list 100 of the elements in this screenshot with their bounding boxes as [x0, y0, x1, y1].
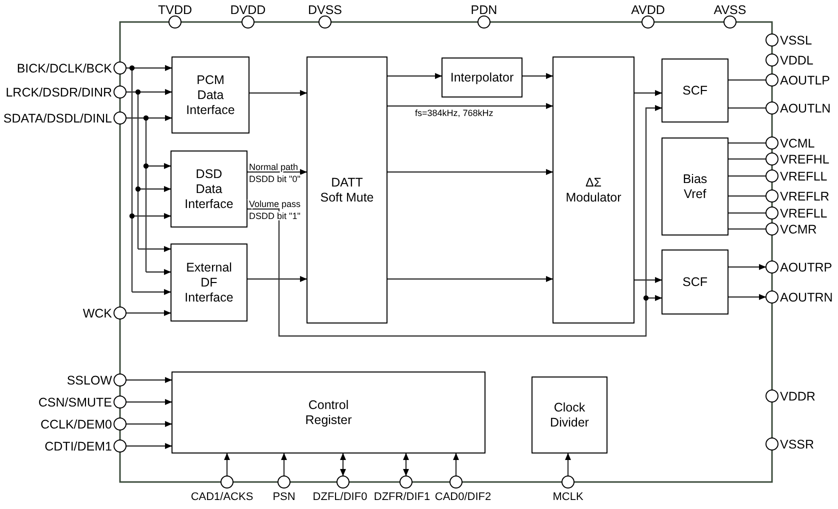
pin-label: DVSS — [308, 3, 342, 17]
junction-dot — [135, 186, 141, 192]
pin-terminal — [114, 440, 126, 452]
pin-label: WCK — [82, 306, 112, 320]
pin-label: VCMR — [780, 222, 817, 236]
pin-label: VSSL — [780, 34, 812, 48]
block-box — [662, 250, 728, 314]
pin-terminal — [278, 476, 290, 488]
pin-label: AOUTLP — [780, 74, 830, 88]
path-note: Volume pass — [249, 199, 301, 209]
pin-label: VREFLR — [780, 190, 830, 204]
pin-terminal — [114, 374, 126, 386]
pin-label: VDDR — [780, 390, 816, 404]
pin-terminal — [724, 16, 736, 28]
junction-dot — [143, 115, 149, 121]
pin-terminal — [766, 206, 778, 220]
pin-label: SDATA/DSDL/DINL — [3, 112, 112, 126]
pin-label: DVDD — [230, 3, 266, 17]
block-label: SCF — [682, 84, 708, 98]
junction-dot — [135, 89, 141, 95]
pin-label: AVDD — [631, 3, 665, 17]
pin-terminal — [766, 152, 778, 166]
block-label: Control Register — [305, 398, 352, 427]
path-note: Normal path — [249, 162, 298, 172]
pin-label: TVDD — [158, 3, 192, 17]
signal-arrow — [126, 310, 171, 316]
pin-label: CAD1/ACKS — [190, 491, 254, 503]
signal-arrow — [728, 264, 766, 270]
pin-label: CAD0/DIF2 — [434, 491, 492, 503]
pin-terminal — [114, 86, 126, 98]
block-label: Interpolator — [450, 70, 514, 84]
signal-arrow — [281, 453, 287, 476]
block-label: PCM Data Interface — [186, 73, 235, 117]
pin-terminal — [114, 418, 126, 430]
pin-label: DZFL/DIF0 — [312, 491, 368, 503]
signal-arrow — [387, 73, 442, 79]
pin-terminal — [642, 16, 654, 28]
block-label: Bias Vref — [682, 172, 708, 201]
pin-label: CSN/SMUTE — [38, 396, 112, 410]
pin-terminal — [766, 438, 778, 450]
block-label: SCF — [682, 275, 708, 289]
pin-terminal — [242, 16, 254, 28]
signal-arrow — [522, 73, 553, 79]
pin-label: VCML — [780, 136, 815, 150]
block-label: External DF Interface — [184, 260, 234, 304]
junction-dot — [129, 213, 135, 219]
signal-arrow — [126, 443, 172, 449]
block-label: Clock Divider — [550, 400, 589, 430]
junction-dot — [129, 65, 135, 71]
pin-terminal — [766, 190, 778, 202]
pin-terminal — [562, 476, 574, 488]
pin-label: AOUTRP — [780, 260, 832, 274]
signal-arrow — [126, 377, 172, 383]
pin-label: PSN — [272, 491, 296, 503]
pin-label: VREFLL — [780, 206, 828, 220]
pin-label: VREFLL — [780, 170, 828, 184]
pin-label: AOUTLN — [780, 102, 831, 116]
signal-arrow — [565, 453, 571, 476]
pin-terminal — [450, 476, 462, 488]
pin-label: SSLOW — [66, 374, 112, 388]
junction-dot — [643, 295, 649, 301]
block-label: DSD Data Interface — [184, 167, 234, 211]
block-box — [662, 58, 728, 122]
junction-dot — [143, 163, 149, 169]
signal-arrow — [453, 453, 459, 476]
pin-terminal — [114, 396, 126, 408]
pin-terminal — [318, 16, 332, 28]
pin-terminal — [114, 62, 126, 74]
pin-terminal — [336, 476, 350, 488]
signal-arrow — [634, 90, 662, 96]
pin-terminal — [766, 390, 778, 402]
pin-terminal — [766, 260, 778, 274]
pin-label: CCLK/DEM0 — [40, 418, 112, 432]
signal-arrow — [126, 399, 172, 405]
pin-terminal — [114, 306, 126, 320]
pin-terminal — [766, 54, 778, 66]
pin-terminal — [400, 476, 412, 488]
signal-arrow — [249, 90, 307, 96]
signal-arrow — [340, 453, 346, 476]
signal-arrow — [126, 421, 172, 427]
signal-arrow — [728, 294, 766, 300]
rate-note: fs=384kHz, 768kHz — [415, 108, 494, 118]
pin-terminal — [478, 16, 490, 28]
pin-label: VDDL — [780, 54, 814, 68]
pin-label: AOUTRN — [780, 290, 833, 304]
pin-label: PDN — [470, 3, 498, 17]
pin-terminal — [766, 290, 778, 304]
path-note: DSDD bit "0" — [249, 174, 300, 184]
pin-label: BICK/DCLK/BCK — [16, 62, 112, 76]
pin-terminal — [114, 112, 126, 124]
pin-terminal — [220, 476, 234, 488]
pin-terminal — [168, 16, 182, 28]
pin-label: MCLK — [552, 491, 584, 503]
signal-arrow — [224, 453, 230, 476]
pin-terminal — [766, 34, 778, 46]
pin-terminal — [766, 102, 778, 114]
pin-terminal — [766, 222, 778, 236]
pin-label: VSSR — [780, 438, 814, 452]
block-label: ΔΣ Modulator — [566, 176, 622, 204]
pin-label: AVSS — [714, 3, 746, 17]
